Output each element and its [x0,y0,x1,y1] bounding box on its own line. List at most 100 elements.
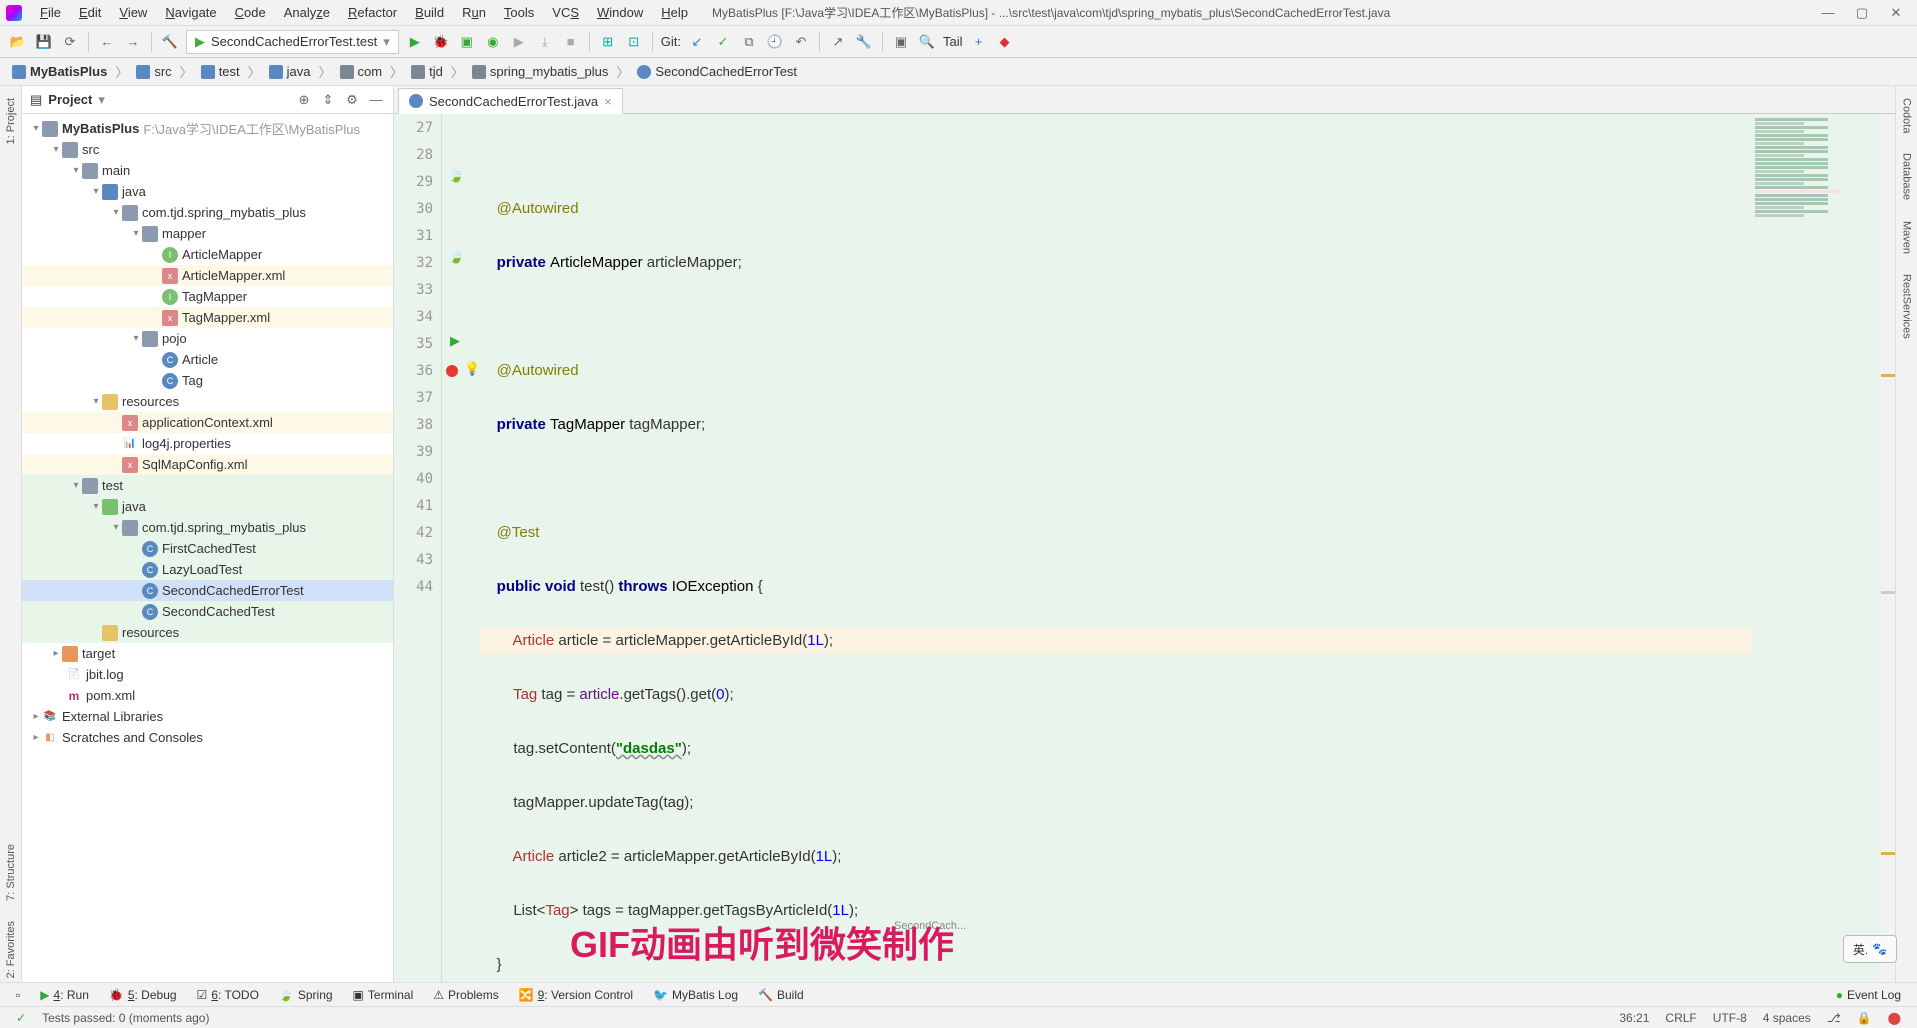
bb-run[interactable]: ▶4: Run [32,986,97,1004]
menu-refactor[interactable]: Refactor [340,3,405,22]
bb-vcs[interactable]: 🔀9: Version Control [511,986,641,1004]
intention-bulb-icon[interactable]: 💡 [464,361,480,377]
bb-terminal[interactable]: ▣Terminal [345,986,422,1004]
tree-article[interactable]: CArticle [22,349,393,370]
menu-analyze[interactable]: Analyze [276,3,338,22]
bc-java[interactable]: java [265,62,315,81]
menu-build[interactable]: Build [407,3,452,22]
reload-icon[interactable]: ⟳ [60,32,80,52]
bc-tjd[interactable]: tjd [407,62,447,81]
tree-main[interactable]: ▾main [22,160,393,181]
menu-vcs[interactable]: VCS [544,3,587,22]
menu-run[interactable]: Run [454,3,494,22]
editor-tab[interactable]: SecondCachedErrorTest.java × [398,88,623,114]
gear-icon[interactable]: ⚙ [343,91,361,109]
search-icon[interactable]: 🔍 [917,32,937,52]
profile-button[interactable]: ◉ [483,32,503,52]
menu-window[interactable]: Window [589,3,651,22]
menu-file[interactable]: File [32,3,69,22]
menu-tools[interactable]: Tools [496,3,542,22]
run-gutter-icon[interactable]: ▶ [450,333,460,349]
locate-icon[interactable]: ⊕ [295,91,313,109]
build-icon[interactable]: 🔨 [160,32,180,52]
project-tree[interactable]: ▾MyBatisPlusF:\Java学习\IDEA工作区\MyBatisPlu… [22,114,393,982]
sidebar-codota[interactable]: Codota [1901,94,1913,137]
minimize-button[interactable]: — [1821,6,1835,20]
menu-view[interactable]: View [111,3,155,22]
hide-icon[interactable]: — [367,91,385,109]
tail-stop-icon[interactable]: ◆ [994,32,1014,52]
tree-seconderror[interactable]: CSecondCachedErrorTest [22,580,393,601]
tree-resources[interactable]: ▾resources [22,391,393,412]
settings-icon[interactable]: 🔧 [854,32,874,52]
tree-sqlmap[interactable]: xSqlMapConfig.xml [22,454,393,475]
editor-body[interactable]: 27 28 29 30 31 32 33 34 35 36 37 38 39 4… [394,114,1895,982]
caret-position[interactable]: 36:21 [1619,1011,1649,1025]
bc-class[interactable]: SecondCachedErrorTest [633,62,801,81]
bc-test[interactable]: test [197,62,244,81]
spring-bean-icon[interactable]: 🍃 [448,249,464,264]
encoding[interactable]: UTF-8 [1713,1011,1747,1025]
stop-button[interactable]: ■ [561,32,581,52]
tree-tagmapperxml[interactable]: xTagMapper.xml [22,307,393,328]
tree-pojo[interactable]: ▾pojo [22,328,393,349]
tree-firsttest[interactable]: CFirstCachedTest [22,538,393,559]
sidebar-database[interactable]: Database [1901,149,1913,204]
tree-articlemapper[interactable]: IArticleMapper [22,244,393,265]
tree-target[interactable]: ▸target [22,643,393,664]
coverage-button[interactable]: ▣ [457,32,477,52]
collapse-icon[interactable]: ⇕ [319,91,337,109]
spring-bean-icon[interactable]: 🍃 [448,168,464,183]
indent[interactable]: 4 spaces [1763,1011,1811,1025]
forward-icon[interactable]: → [123,32,143,52]
tree-articlemapperxml[interactable]: xArticleMapper.xml [22,265,393,286]
tree-jbitlog[interactable]: 📄jbit.log [22,664,393,685]
tree-main-java[interactable]: ▾java [22,181,393,202]
tree-root[interactable]: ▾MyBatisPlusF:\Java学习\IDEA工作区\MyBatisPlu… [22,118,393,139]
db-icon[interactable]: ⊡ [624,32,644,52]
tree-src[interactable]: ▾src [22,139,393,160]
bc-project[interactable]: MyBatisPlus [8,62,111,81]
gutter-markers[interactable]: 🍃 🍃 ▶ 💡 [442,114,476,982]
git-compare-icon[interactable]: ⧉ [739,32,759,52]
sidebar-rest[interactable]: RestServices [1901,270,1913,343]
explorer-icon[interactable]: ⊞ [598,32,618,52]
tree-lazytest[interactable]: CLazyLoadTest [22,559,393,580]
tree-external[interactable]: ▸📚External Libraries [22,706,393,727]
open-icon[interactable]: 📂 [8,32,28,52]
tree-scratches[interactable]: ▸◧Scratches and Consoles [22,727,393,748]
bc-pkg[interactable]: spring_mybatis_plus [468,62,613,81]
sidebar-maven[interactable]: Maven [1901,217,1913,258]
bb-problems[interactable]: ⚠Problems [425,986,506,1004]
back-icon[interactable]: ← [97,32,117,52]
bb-todo[interactable]: ☑6: TODO [189,986,267,1004]
scroll-strip[interactable] [1881,114,1895,982]
menu-navigate[interactable]: Navigate [157,3,224,22]
git-history-icon[interactable]: 🕘 [765,32,785,52]
run-config-selector[interactable]: ▶ SecondCachedErrorTest.test ▾ [186,30,399,54]
run-button[interactable]: ▶ [405,32,425,52]
breakpoint-icon[interactable] [446,365,458,377]
debug-button[interactable]: 🐞 [431,32,451,52]
code-area[interactable]: @Autowired private ArticleMapper article… [476,114,1751,982]
close-button[interactable]: ✕ [1889,6,1903,20]
tree-test-resources[interactable]: resources [22,622,393,643]
tree-test[interactable]: ▾test [22,475,393,496]
menu-edit[interactable]: Edit [71,3,109,22]
menu-help[interactable]: Help [653,3,696,22]
tree-pom[interactable]: mpom.xml [22,685,393,706]
tree-test-pkg[interactable]: ▾com.tjd.spring_mybatis_plus [22,517,393,538]
bb-spring[interactable]: 🍃Spring [271,986,341,1004]
tree-tag[interactable]: CTag [22,370,393,391]
sidebar-project[interactable]: 1: Project [5,94,17,148]
tab-close-icon[interactable]: × [604,94,612,109]
attach-button[interactable]: ▶ [509,32,529,52]
edit-configs-icon[interactable]: ↗ [828,32,848,52]
line-sep[interactable]: CRLF [1665,1011,1696,1025]
git-commit-icon[interactable]: ✓ [713,32,733,52]
maximize-button[interactable]: ▢ [1855,6,1869,20]
bc-com[interactable]: com [336,62,387,81]
tree-appctx[interactable]: xapplicationContext.xml [22,412,393,433]
tree-log4j[interactable]: 📊log4j.properties [22,433,393,454]
tree-mapper[interactable]: ▾mapper [22,223,393,244]
